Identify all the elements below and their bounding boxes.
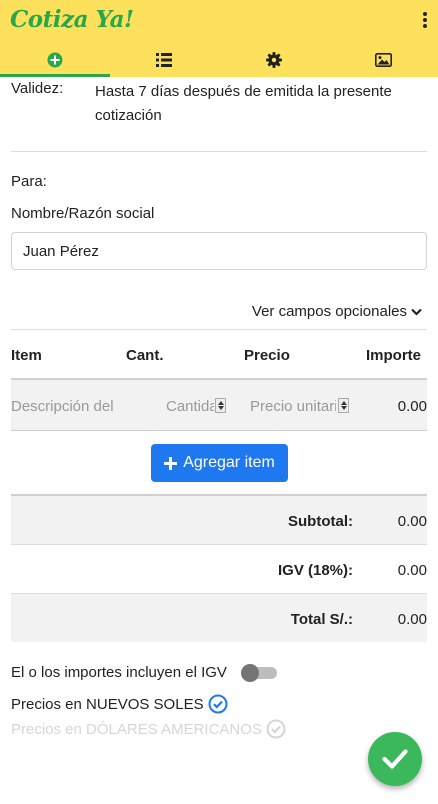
optional-fields-label: Ver campos opcionales [251, 303, 407, 320]
tab-image[interactable] [329, 42, 438, 77]
total-value: 0.00 [397, 611, 427, 628]
total-row [11, 594, 427, 642]
col-header-price: Precio [244, 347, 290, 364]
tab-settings[interactable] [219, 42, 329, 77]
col-header-item: Item [11, 347, 42, 364]
subtotal-value: 0.00 [397, 513, 427, 530]
client-name-input[interactable] [11, 232, 427, 270]
add-item-label: Agregar item [183, 454, 275, 471]
validity-text: Hasta 7 días después de emitida la prese… [95, 83, 392, 124]
chevron-down-icon [411, 308, 422, 316]
col-header-qty: Cant. [126, 347, 164, 364]
gear-icon [265, 51, 282, 68]
recipient-label: Para: [11, 173, 47, 190]
totals-rule [11, 544, 427, 545]
checkmark-icon [382, 749, 408, 769]
item-price-input[interactable]: Precio unitario [250, 398, 336, 415]
currency-soles-label: Precios en NUEVOS SOLES [11, 695, 204, 713]
check-circle-icon [266, 719, 286, 739]
plus-circle-icon [47, 52, 63, 67]
currency-soles-option[interactable]: Precios en NUEVOS SOLES [11, 694, 228, 714]
igv-included-toggle[interactable] [241, 664, 277, 682]
client-name-label: Nombre/Razón social [11, 205, 155, 222]
item-description-input[interactable]: Descripción del item [11, 398, 113, 415]
item-amount: 0.00 [397, 398, 427, 415]
table-top-rule [11, 329, 427, 330]
section-divider [11, 151, 427, 152]
total-label: Total S/.: [290, 611, 353, 628]
price-stepper[interactable] [338, 398, 349, 413]
quantity-stepper[interactable] [215, 398, 226, 413]
igv-label: IGV (18%): [277, 562, 353, 579]
col-header-amount: Importe [366, 347, 422, 364]
list-icon [156, 52, 173, 67]
app-header: Cotiza Ya! [0, 0, 438, 77]
app-logo: Cotiza Ya! [10, 6, 134, 33]
currency-dollars-option[interactable]: Precios en DÓLARES AMERICANOS [11, 719, 286, 739]
subtotal-label: Subtotal: [288, 513, 353, 530]
add-item-button[interactable]: Agregar item [151, 444, 288, 482]
confirm-fab-button[interactable] [368, 732, 422, 786]
check-circle-icon [208, 694, 228, 714]
plus-icon [164, 456, 178, 470]
tab-bar [0, 42, 438, 77]
table-row-rule [11, 430, 427, 431]
currency-dollars-label: Precios en DÓLARES AMERICANOS [11, 720, 262, 738]
item-quantity-input[interactable]: Cantidad [166, 398, 214, 415]
validity-label: Validez: [11, 80, 64, 97]
tab-new-quote[interactable] [0, 42, 110, 77]
igv-value: 0.00 [397, 562, 427, 579]
igv-included-label: El o los importes incluyen el IGV [11, 664, 227, 681]
subtotal-row [11, 496, 427, 544]
image-icon [374, 52, 392, 67]
tab-list[interactable] [110, 42, 220, 77]
more-options-icon[interactable] [422, 12, 428, 32]
optional-fields-toggle[interactable]: Ver campos opcionales [252, 303, 422, 320]
